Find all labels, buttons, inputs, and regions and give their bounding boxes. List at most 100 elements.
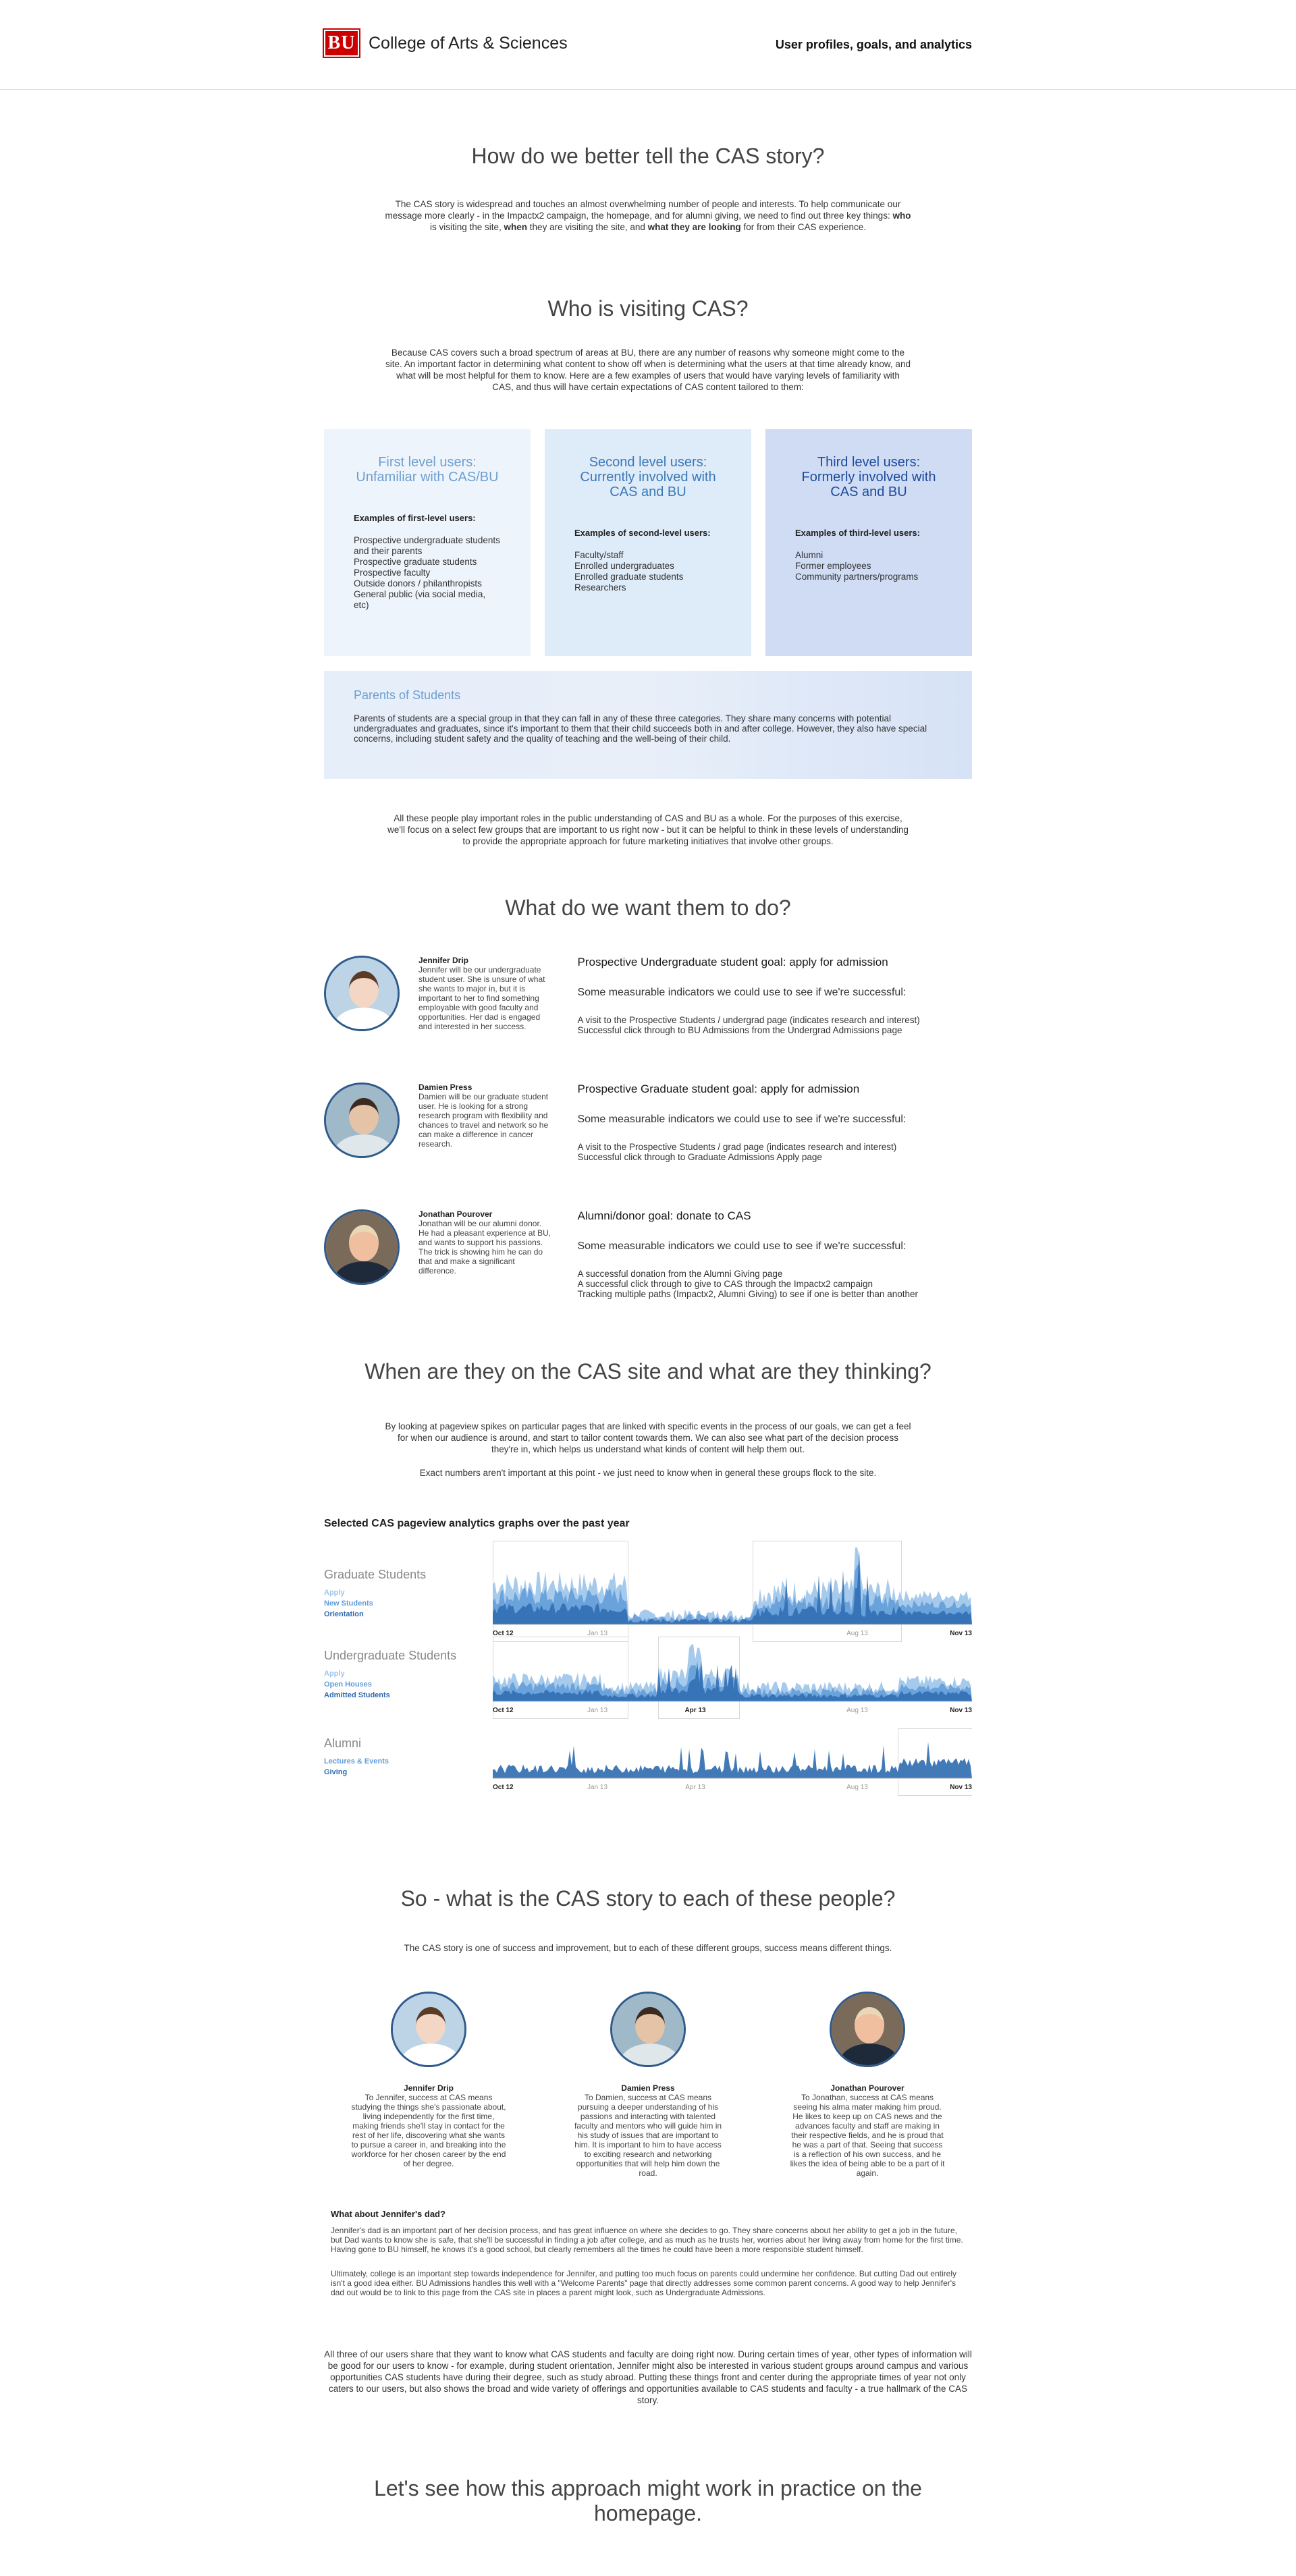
persona-row: Jennifer Drip Jennifer will be our underg… bbox=[324, 956, 972, 1083]
section-title-story: So - what is the CAS story to each of th… bbox=[400, 1886, 896, 1911]
goal-subtitle: Some measurable indicators we could use … bbox=[577, 1240, 907, 1252]
section-goals: What do we want them to do? Jennifer Dri… bbox=[324, 896, 972, 1336]
chart-tick-label: Aug 13 bbox=[846, 1784, 868, 1791]
bu-logo-badge: BU bbox=[323, 28, 360, 58]
list-item: Prospective undergraduate students and t… bbox=[354, 535, 500, 556]
card-title: First level users: Unfamiliar with CAS/B… bbox=[356, 455, 499, 485]
logo-text: College of Arts & Sciences bbox=[369, 33, 568, 53]
list-item: Outside donors / philanthropists bbox=[354, 578, 482, 588]
intro-bold-who: who bbox=[892, 211, 911, 221]
list-item: Successful click through to BU Admission… bbox=[577, 1025, 902, 1035]
section-title-when: When are they on the CAS site and what a… bbox=[364, 1359, 932, 1383]
story-person-text: To Damien, success at CAS means pursuing… bbox=[574, 2093, 722, 2178]
persona-description: Jennifer will be our undergraduate stude… bbox=[418, 965, 545, 1031]
avatar bbox=[324, 956, 400, 1031]
intro-bold-when: when bbox=[504, 222, 528, 232]
list-item: General public (via social media, etc) bbox=[354, 589, 486, 610]
user-level-card: First level users: Unfamiliar with CAS/B… bbox=[324, 429, 531, 656]
card-examples-label: Examples of first-level users: bbox=[354, 513, 476, 523]
chart-legend-item[interactable]: Lectures & Events bbox=[324, 1756, 389, 1767]
persona-row: Damien Press Damien will be our graduate … bbox=[324, 1083, 972, 1209]
section-title-homepage: Let's see how this approach might work i… bbox=[374, 2476, 922, 2525]
parents-card: Parents of Students Parents of students … bbox=[324, 671, 972, 779]
card-examples-list: Prospective undergraduate students and t… bbox=[354, 535, 501, 611]
user-level-card: Third level users: Formerly involved wit… bbox=[765, 429, 972, 656]
list-item: Successful click through to Graduate Adm… bbox=[577, 1152, 822, 1162]
goal-title: Alumni/donor goal: donate to CAS bbox=[577, 1209, 751, 1222]
chart-tick-label: Jan 13 bbox=[587, 1707, 608, 1714]
dad-paragraph-1: Jennifer's dad is an important part of h… bbox=[331, 2226, 963, 2254]
chart-legend-item[interactable]: Apply bbox=[324, 1587, 426, 1598]
chart-legend-item[interactable]: Open Houses bbox=[324, 1679, 456, 1690]
chart-legend-list: Apply Open Houses Admitted Students bbox=[324, 1668, 456, 1701]
section-title-how: How do we better tell the CAS story? bbox=[471, 144, 825, 168]
chart-series-label: Alumni bbox=[324, 1736, 362, 1750]
chart-tick-label: Nov 13 bbox=[950, 1707, 972, 1714]
avatar-photo-head bbox=[416, 2007, 446, 2044]
dad-paragraph-2: Ultimately, college is an important step… bbox=[331, 2269, 956, 2297]
dad-section: What about Jennifer's dad? Jennifer's da… bbox=[331, 2209, 965, 2297]
section-who: Who is visiting CAS? Because CAS covers … bbox=[324, 296, 972, 847]
chart-tick-label: Oct 12 bbox=[493, 1707, 514, 1714]
story-person-name: Damien Press bbox=[621, 2083, 675, 2093]
goal-indicators: A visit to the Prospective Students / un… bbox=[577, 1015, 972, 1035]
persona-description: Damien will be our graduate student user… bbox=[418, 1092, 549, 1149]
list-item: Former employees bbox=[795, 561, 871, 571]
list-item: A successful donation from the Alumni Gi… bbox=[577, 1269, 783, 1279]
goal-indicators: A successful donation from the Alumni Gi… bbox=[577, 1269, 972, 1299]
section-when: When are they on the CAS site and what a… bbox=[324, 1359, 972, 1838]
chart-legend: Alumni Lectures & Events Giving bbox=[324, 1736, 389, 1778]
chart-legend-list: Apply New Students Orientation bbox=[324, 1587, 426, 1620]
chart-legend-item[interactable]: New Students bbox=[324, 1598, 426, 1609]
avatar-photo-head bbox=[349, 971, 379, 1008]
chart-area-series bbox=[493, 1742, 972, 1778]
charts-title: Selected CAS pageview analytics graphs o… bbox=[324, 1518, 630, 1529]
persona-goal: Prospective Graduate student goal: apply… bbox=[577, 1083, 972, 1209]
avatar-photo-head bbox=[855, 2007, 884, 2044]
section-homepage: Let's see how this approach might work i… bbox=[324, 2476, 972, 2526]
pageview-chart: Oct 12 Jan 13 Apr 13 Aug 13 Nov 13 bbox=[493, 1637, 972, 1719]
intro-text-4: for from their CAS experience. bbox=[740, 222, 867, 232]
chart-legend-item[interactable]: Admitted Students bbox=[324, 1690, 456, 1701]
card-title: Third level users: Formerly involved wit… bbox=[801, 455, 936, 499]
chart-series-label: Undergraduate Students bbox=[324, 1649, 457, 1662]
story-person-text: To Jonathan, success at CAS means seeing… bbox=[790, 2093, 945, 2178]
bu-cas-logo[interactable]: BU College of Arts & Sciences bbox=[323, 28, 568, 58]
avatar-photo-head bbox=[349, 1098, 379, 1134]
dad-title: What about Jennifer's dad? bbox=[331, 2209, 446, 2219]
persona-name: Damien Press bbox=[418, 1083, 473, 1092]
persona-bio: Jennifer Drip Jennifer will be our underg… bbox=[418, 956, 553, 1083]
list-item: Faculty/staff bbox=[574, 550, 624, 560]
chart-tick-label: Nov 13 bbox=[950, 1784, 972, 1791]
avatar bbox=[610, 1992, 686, 2067]
chart-legend-item[interactable]: Apply bbox=[324, 1668, 456, 1679]
intro-paragraph-who: Because CAS covers such a broad spectrum… bbox=[385, 348, 911, 392]
chart-legend-item[interactable]: Orientation bbox=[324, 1609, 426, 1620]
chart-tick-label: Apr 13 bbox=[685, 1784, 705, 1791]
avatar-photo-head bbox=[635, 2007, 665, 2044]
parents-text: Parents of students are a special group … bbox=[354, 713, 927, 744]
list-item: Tracking multiple paths (Impactx2, Alumn… bbox=[577, 1289, 918, 1299]
goal-indicators: A visit to the Prospective Students / gr… bbox=[577, 1142, 972, 1162]
card-examples-label: Examples of third-level users: bbox=[795, 528, 920, 538]
goal-title: Prospective Undergraduate student goal: … bbox=[577, 956, 888, 968]
intro-bold-what: what they are looking bbox=[647, 222, 741, 232]
persona-name: Jonathan Pourover bbox=[418, 1209, 493, 1219]
chart-legend-item[interactable]: Giving bbox=[324, 1767, 389, 1778]
outro-paragraph-who: All these people play important roles in… bbox=[387, 813, 909, 846]
avatar-photo-head bbox=[349, 1225, 379, 1261]
persona-name: Jennifer Drip bbox=[418, 956, 469, 965]
list-item: Prospective graduate students bbox=[354, 557, 477, 567]
list-item: A successful click through to give to CA… bbox=[577, 1279, 873, 1289]
avatar bbox=[391, 1992, 466, 2067]
persona-goal: Prospective Undergraduate student goal: … bbox=[577, 956, 972, 1083]
card-title: Second level users: Currently involved w… bbox=[580, 455, 716, 499]
story-person-text: To Jennifer, success at CAS means studyi… bbox=[351, 2093, 506, 2168]
list-item: Prospective faculty bbox=[354, 568, 431, 578]
list-item: Enrolled undergraduates bbox=[574, 561, 674, 571]
list-item: A visit to the Prospective Students / gr… bbox=[577, 1142, 897, 1152]
goal-title: Prospective Graduate student goal: apply… bbox=[577, 1083, 860, 1095]
intro-paragraph-when: By looking at pageview spikes on particu… bbox=[385, 1421, 911, 1454]
chart-row: Graduate Students Apply New Students Orient… bbox=[324, 1541, 972, 1642]
persona-description: Jonathan will be our alumni donor. He ha… bbox=[418, 1219, 551, 1276]
